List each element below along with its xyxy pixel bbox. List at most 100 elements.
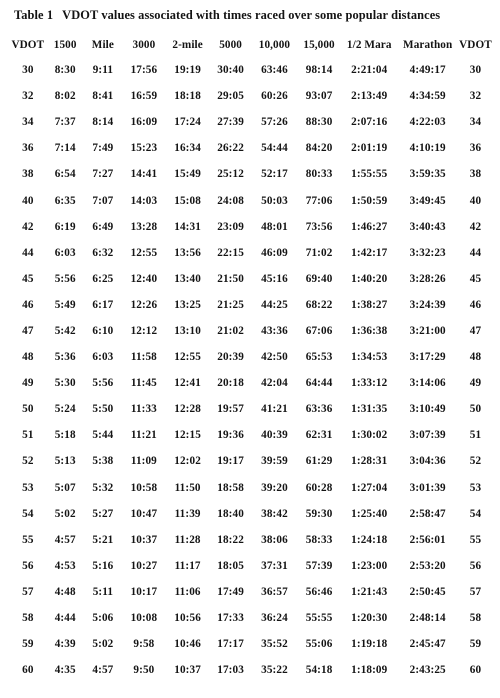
- vdot-value-cell: 55: [22, 533, 34, 546]
- vdot-value-cell: 36: [22, 142, 34, 155]
- race-time-cell: 17:03: [217, 664, 244, 677]
- race-time-cell: 57:39: [305, 559, 333, 572]
- vdot-value-cell: 59: [469, 638, 482, 651]
- race-time-cell: 12:26: [130, 298, 158, 311]
- race-time-cell: 8:14: [92, 116, 114, 129]
- column-header: 1500: [53, 39, 77, 51]
- race-time-cell: 1:40:20: [351, 272, 388, 285]
- race-time-cell: 1:21:43: [351, 585, 388, 598]
- race-time-cell: 12:15: [174, 429, 201, 442]
- table-row: 44 6:03 6:32 12:55 13:56 22:15 46:09 71:02 1:42:…: [9, 240, 493, 266]
- race-time-cell: 22:15: [217, 246, 244, 259]
- column-header: 5000: [219, 39, 242, 51]
- table-caption-label: Table 1: [14, 8, 54, 22]
- vdot-value-cell: 56: [469, 559, 482, 572]
- race-time-cell: 40:39: [261, 429, 288, 442]
- race-time-cell: 2:13:49: [351, 90, 388, 103]
- race-time-cell: 26:22: [217, 142, 244, 155]
- race-time-cell: 9:50: [133, 664, 155, 677]
- vdot-value-cell: 56: [22, 559, 34, 572]
- race-time-cell: 4:49:17: [409, 64, 446, 77]
- race-time-cell: 84:20: [305, 142, 333, 155]
- column-header: 3000: [132, 39, 156, 51]
- race-time-cell: 11:09: [130, 455, 157, 468]
- race-time-cell: 35:52: [261, 638, 288, 651]
- race-time-cell: 6:25: [92, 272, 114, 285]
- race-time-cell: 15:08: [174, 194, 201, 207]
- race-time-cell: 41:21: [261, 403, 288, 416]
- document-page: Table 1 VDOT values associated with times…: [0, 0, 500, 698]
- race-time-cell: 15:23: [130, 142, 158, 155]
- race-time-cell: 7:49: [92, 142, 114, 155]
- race-time-cell: 3:59:35: [409, 168, 446, 181]
- race-time-cell: 11:33: [130, 403, 157, 416]
- race-time-cell: 21:02: [217, 324, 244, 337]
- race-time-cell: 5:56: [54, 272, 76, 285]
- race-time-cell: 3:01:39: [409, 481, 446, 494]
- race-time-cell: 48:01: [261, 220, 288, 233]
- race-time-cell: 67:06: [305, 324, 333, 337]
- table-row: 56 4:53 5:16 10:27 11:17 18:05 37:31 57:39 1:23:…: [9, 553, 493, 579]
- race-time-cell: 18:58: [217, 481, 244, 494]
- vdot-value-cell: 53: [22, 481, 34, 494]
- race-time-cell: 61:29: [305, 455, 333, 468]
- race-time-cell: 59:30: [305, 507, 333, 520]
- race-time-cell: 3:28:26: [409, 272, 446, 285]
- race-time-cell: 16:59: [130, 90, 158, 103]
- column-header: VDOT: [459, 39, 492, 51]
- race-time-cell: 10:56: [174, 612, 201, 625]
- table-row: 54 5:02 5:27 10:47 11:39 18:40 38:42 59:30 1:25:…: [9, 501, 493, 527]
- race-time-cell: 13:28: [130, 220, 158, 233]
- table-row: 53 5:07 5:32 10:58 11:50 18:58 39:20 60:28 1:27:…: [9, 475, 493, 501]
- column-header: Mile: [91, 39, 114, 51]
- race-time-cell: 5:30: [54, 377, 76, 390]
- race-time-cell: 60:26: [261, 90, 288, 103]
- vdot-value-cell: 45: [22, 272, 34, 285]
- race-time-cell: 2:43:25: [409, 664, 446, 677]
- vdot-value-cell: 58: [469, 612, 482, 625]
- race-time-cell: 1:18:09: [351, 664, 388, 677]
- race-time-cell: 45:16: [261, 272, 288, 285]
- table-header-row: VDOT 1500 Mile 3000 2-mile 5000 10,000 15,000 1/…: [9, 33, 493, 57]
- race-time-cell: 7:07: [92, 194, 114, 207]
- race-time-cell: 11:21: [130, 429, 157, 442]
- race-time-cell: 4:57: [54, 533, 76, 546]
- race-time-cell: 80:33: [305, 168, 333, 181]
- race-time-cell: 17:24: [174, 116, 201, 129]
- table-row: 60 4:35 4:57 9:50 10:37 17:03 35:22 54:18 1:18:0…: [9, 657, 493, 683]
- race-time-cell: 77:06: [305, 194, 333, 207]
- vdot-value-cell: 51: [22, 429, 34, 442]
- vdot-value-cell: 60: [469, 664, 482, 677]
- race-time-cell: 4:35: [54, 664, 76, 677]
- table-row: 45 5:56 6:25 12:40 13:40 21:50 45:16 69:40 1:40:…: [9, 266, 493, 292]
- vdot-value-cell: 49: [22, 377, 34, 390]
- race-time-cell: 5:49: [54, 298, 76, 311]
- vdot-value-cell: 57: [22, 585, 34, 598]
- race-time-cell: 5:16: [92, 559, 114, 572]
- race-time-cell: 37:31: [261, 559, 288, 572]
- race-time-cell: 3:17:29: [409, 351, 446, 364]
- race-time-cell: 12:40: [130, 272, 158, 285]
- race-time-cell: 8:41: [92, 90, 114, 103]
- table-row: 52 5:13 5:38 11:09 12:02 19:17 39:59 61:29 1:28:…: [9, 448, 493, 474]
- column-header: 10,000: [258, 39, 291, 51]
- race-time-cell: 14:31: [174, 220, 201, 233]
- vdot-value-cell: 44: [22, 246, 34, 259]
- race-time-cell: 12:02: [174, 455, 201, 468]
- race-time-cell: 11:28: [174, 533, 201, 546]
- race-time-cell: 57:26: [261, 116, 288, 129]
- race-time-cell: 6:32: [92, 246, 114, 259]
- table-row: 49 5:30 5:56 11:45 12:41 20:18 42:04 64:44 1:33:…: [9, 370, 493, 396]
- race-time-cell: 1:50:59: [351, 194, 388, 207]
- race-time-cell: 12:41: [174, 377, 201, 390]
- race-time-cell: 6:17: [92, 298, 114, 311]
- race-time-cell: 1:30:02: [351, 429, 388, 442]
- vdot-value-cell: 48: [22, 351, 34, 364]
- race-time-cell: 4:57: [92, 664, 114, 677]
- race-time-cell: 1:28:31: [351, 455, 388, 468]
- vdot-value-cell: 32: [22, 90, 34, 103]
- race-time-cell: 3:14:06: [409, 377, 446, 390]
- race-time-cell: 8:02: [54, 90, 76, 103]
- vdot-value-cell: 34: [469, 116, 482, 129]
- race-time-cell: 2:21:04: [351, 64, 388, 77]
